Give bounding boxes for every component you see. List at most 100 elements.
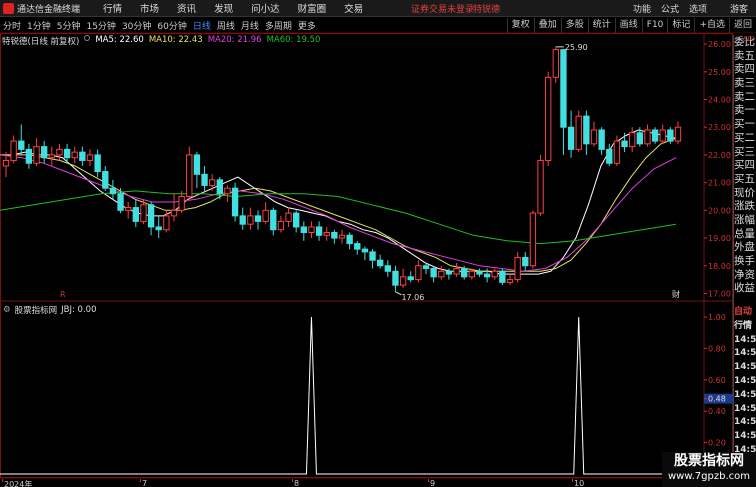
candle-body — [216, 179, 223, 195]
candle-body — [86, 154, 94, 161]
candle-body — [323, 232, 330, 236]
f10-button[interactable]: F10 — [641, 18, 668, 33]
period-monthly[interactable]: 月线 — [238, 19, 262, 32]
candle-body — [651, 129, 659, 142]
tick-time: 14:56 — [734, 334, 756, 345]
settings-icon[interactable] — [84, 35, 91, 41]
menu-function[interactable]: 功能 — [633, 2, 651, 15]
candle-body — [247, 215, 254, 225]
candle-body — [583, 115, 590, 145]
candle-body — [71, 151, 78, 159]
candle-body — [18, 140, 25, 150]
indicator-value: JBJ: 0.00 — [61, 305, 97, 315]
candle-body — [270, 209, 277, 231]
gear-icon[interactable]: ⚙ — [3, 305, 11, 315]
back-button[interactable]: 返回 — [728, 18, 756, 33]
ma60-line — [0, 190, 677, 245]
kline-chart[interactable]: 26.00 25.00 24.00 23.00 22.00 21.00 20.00 19.00… — [0, 33, 733, 478]
right-menu: 功能 公式 选项 游客 — [628, 0, 756, 17]
period-5min[interactable]: 5分钟 — [54, 19, 84, 32]
candle-body — [109, 187, 117, 195]
menu-options[interactable]: 选项 — [689, 2, 707, 15]
candle-body — [415, 265, 422, 281]
candle-body — [178, 195, 185, 211]
app-title: 通达信金融终端 — [17, 4, 81, 15]
rights-marker[interactable]: R — [60, 290, 66, 299]
price-tick-label: 24.00 — [708, 96, 731, 105]
indicator-tick-label: 0.40 — [708, 407, 726, 416]
draw-line-button[interactable]: 画线 — [614, 18, 642, 33]
menu-quotes[interactable]: 行情 — [103, 1, 122, 15]
candle-body — [338, 234, 346, 239]
statistics-button[interactable]: 统计 — [587, 18, 615, 33]
candle-body — [331, 232, 338, 239]
tick-time: 14:56 — [734, 375, 756, 386]
candle-body — [659, 129, 666, 142]
side-field-label: 买四 — [734, 159, 755, 172]
quote-side-panel: 500 委比 卖五 卖四 卖三 卖二 卖一 买一 买二 买三 买四 买五 现价 涨跌 涨幅 总量 外盘 换手 净资… — [733, 35, 756, 480]
candle-body — [468, 270, 475, 278]
finance-marker[interactable]: 财 — [672, 289, 680, 299]
multi-stock-button[interactable]: 多股 — [560, 18, 588, 33]
login-warning[interactable]: 证券交易未登录 — [411, 2, 474, 15]
candle-body — [102, 171, 109, 189]
period-multi[interactable]: 多周期 — [262, 19, 295, 32]
period-15min[interactable]: 15分钟 — [83, 19, 118, 32]
indicator-name: 股票指标网 — [14, 306, 58, 316]
candle-body — [239, 215, 246, 225]
menu-news[interactable]: 资讯 — [177, 1, 196, 15]
side-field-label: 卖三 — [734, 77, 755, 90]
candle-body — [483, 273, 491, 278]
period-timeshare[interactable]: 分时 — [0, 19, 24, 32]
indicator-tick-label: 1.00 — [708, 313, 726, 322]
candle-body — [224, 187, 231, 195]
candle-body — [453, 268, 460, 275]
period-more[interactable]: 更多 — [295, 19, 319, 32]
jbj-line — [0, 316, 704, 475]
date-tick — [140, 479, 141, 482]
candle-body — [545, 76, 552, 161]
candle-body — [48, 154, 55, 159]
candle-body — [567, 126, 575, 150]
add-watchlist-button[interactable]: +自选 — [694, 18, 729, 33]
period-1min[interactable]: 1分钟 — [24, 19, 54, 32]
tick-list: 自动 行情 14:5614:5614:5614:5614:5614:5614:5… — [734, 306, 756, 472]
guest-user[interactable]: 游客 — [730, 2, 748, 15]
auto-label[interactable]: 自动 — [734, 306, 756, 320]
candle-body — [377, 259, 384, 267]
side-field-label: 买三 — [734, 145, 755, 158]
candle-body — [94, 154, 101, 173]
overlay-button[interactable]: 叠加 — [533, 18, 561, 33]
price-tick-label: 17.00 — [708, 289, 731, 298]
candle-body — [590, 129, 598, 145]
date-label: 9 — [430, 479, 436, 487]
price-tick-label: 26.00 — [708, 40, 731, 49]
candle-body — [79, 151, 86, 161]
tick-time: 14:56 — [734, 389, 756, 400]
candle-body — [552, 49, 559, 78]
menu-wealth[interactable]: 财富圈 — [298, 1, 327, 15]
candle-body — [392, 270, 399, 286]
candle-body — [56, 148, 63, 156]
menu-discover[interactable]: 发现 — [214, 1, 233, 15]
candle-body — [606, 148, 613, 164]
period-daily[interactable]: 日线 — [190, 19, 214, 32]
menu-trade[interactable]: 交易 — [344, 1, 363, 15]
candle-body — [147, 204, 155, 228]
tick-time: 14:56 — [734, 431, 756, 442]
candle-body — [629, 132, 636, 148]
side-field-label: 买二 — [734, 131, 755, 144]
period-60min[interactable]: 60分钟 — [154, 19, 189, 32]
adjust-button[interactable]: 复权 — [506, 18, 534, 33]
period-30min[interactable]: 30分钟 — [119, 19, 154, 32]
quotes-label[interactable]: 行情 — [734, 320, 756, 334]
candle-body — [33, 146, 40, 164]
price-tick-label: 19.00 — [708, 234, 731, 243]
price-tick-label: 23.00 — [708, 123, 731, 132]
mark-button[interactable]: 标记 — [667, 18, 694, 33]
period-weekly[interactable]: 周线 — [214, 19, 238, 32]
menu-formula[interactable]: 公式 — [661, 2, 679, 15]
menu-ask[interactable]: 问小达 — [251, 1, 280, 15]
price-tick-label: 18.00 — [708, 262, 731, 271]
menu-market[interactable]: 市场 — [140, 1, 159, 15]
